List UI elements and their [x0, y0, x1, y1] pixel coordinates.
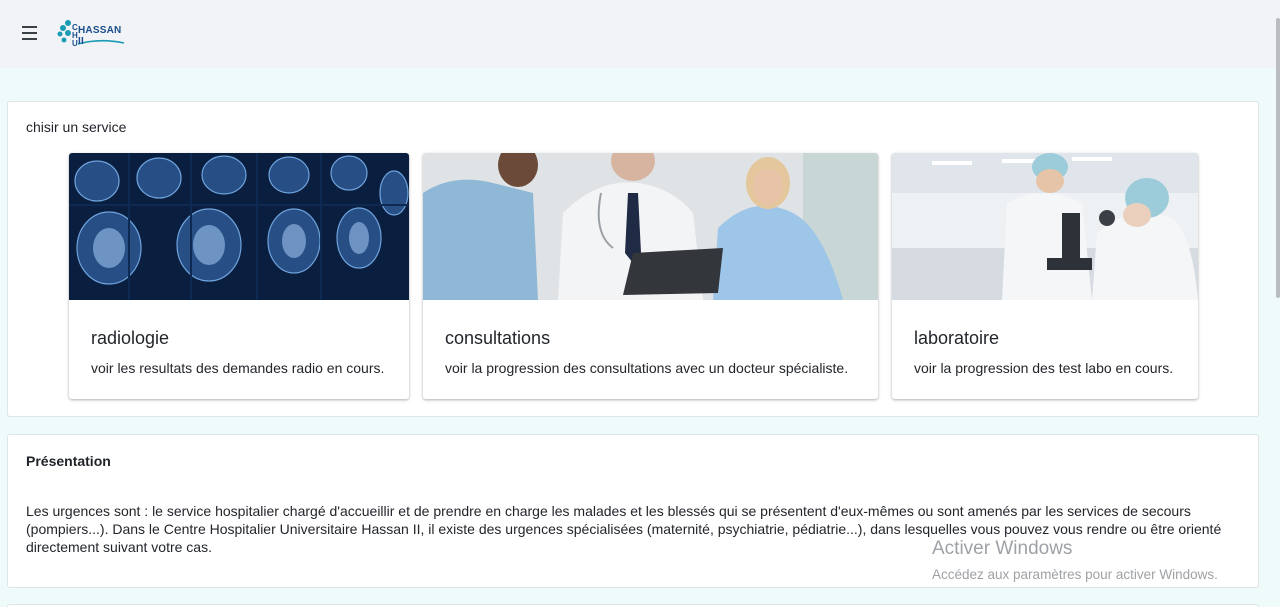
doctors-team-image: [423, 153, 878, 300]
chu-hassan-logo[interactable]: C H U HASSAN II: [56, 16, 128, 50]
services-panel: chisir un service radiologie voir les re…: [7, 101, 1259, 417]
card-title: radiologie: [91, 328, 170, 348]
service-card-laboratoire[interactable]: laboratoire voir la progression des test…: [892, 153, 1198, 399]
menu-icon[interactable]: [18, 22, 42, 44]
lab-technicians-image: [892, 153, 1198, 300]
card-description: voir la progression des consultations av…: [445, 360, 849, 376]
presentation-text: Les urgences sont : le service hospitali…: [26, 503, 1222, 555]
card-title: laboratoire: [914, 328, 1000, 348]
service-card-consultations[interactable]: consultations voir la progression des co…: [423, 153, 878, 399]
card-title: consultations: [445, 328, 551, 348]
logo-text: HASSAN II: [78, 25, 122, 47]
mri-brain-scans-image: [69, 153, 409, 300]
page-scrollbar[interactable]: [1276, 18, 1280, 298]
app-bar: C H U HASSAN II: [0, 0, 1280, 68]
card-description: voir les resultats des demandes radio en…: [91, 360, 385, 376]
services-title: chisir un service: [26, 119, 127, 135]
presentation-title: Présentation: [26, 453, 111, 469]
presentation-panel: Présentation Les urgences sont : le serv…: [7, 434, 1259, 588]
service-card-radiologie[interactable]: radiologie voir les resultats des demand…: [69, 153, 409, 399]
card-description: voir la progression des test labo en cou…: [914, 360, 1174, 376]
